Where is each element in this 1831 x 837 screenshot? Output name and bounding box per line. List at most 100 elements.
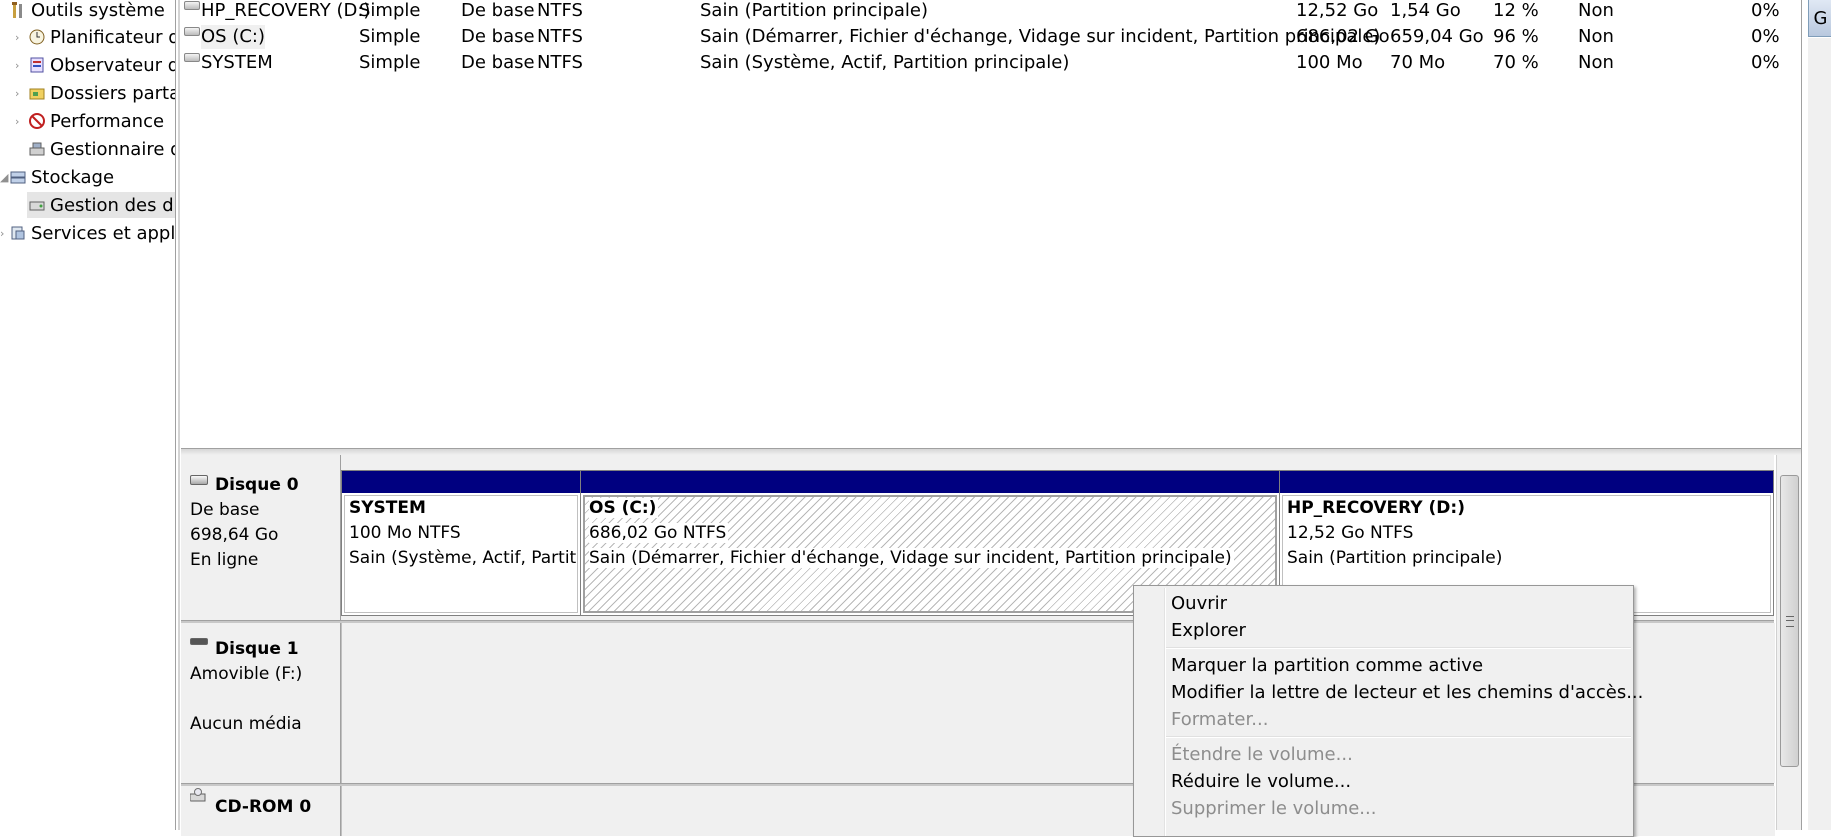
disk-1-label[interactable]: Disque 1 Amovible (F:) Aucun média — [181, 623, 341, 783]
cdrom-icon — [190, 788, 206, 802]
tree-item-label: Gestionnaire de — [50, 138, 175, 160]
volume-overhead: 0% — [1751, 0, 1780, 21]
volume-overhead: 0% — [1751, 26, 1780, 47]
tree-border — [175, 0, 176, 830]
volume-status: Sain (Partition principale) — [700, 0, 929, 21]
volume-status: Sain (Démarrer, Fichier d'échange, Vidag… — [700, 26, 1381, 47]
pane-splitter[interactable] — [181, 448, 1801, 455]
event-viewer-icon — [29, 57, 45, 73]
disk-title: CD-ROM 0 — [215, 797, 312, 817]
removable-disk-icon — [190, 638, 208, 645]
tree-splitter[interactable] — [178, 0, 180, 830]
clock-icon — [29, 29, 45, 45]
volume-status: Sain (Système, Actif, Partition principa… — [700, 52, 1070, 73]
expand-arrow-icon[interactable]: › — [15, 115, 19, 128]
volume-layout: Simple — [359, 52, 421, 73]
volume-icon — [184, 1, 200, 10]
tree-item-stockage[interactable]: ◢ Stockage — [0, 164, 114, 190]
volume-fs: NTFS — [537, 52, 583, 73]
disk-icon — [190, 475, 208, 485]
menu-item-reduire[interactable]: Réduire le volume... — [1171, 770, 1351, 794]
partition-system[interactable]: SYSTEM 100 Mo NTFS Sain (Système, Actif,… — [341, 470, 581, 616]
menu-item-formater[interactable]: Formater... — [1171, 708, 1268, 732]
tree-item-label: Planificateur de — [50, 26, 175, 48]
disk-map-scrollbar[interactable] — [1776, 455, 1801, 830]
context-menu: Ouvrir Explorer Marquer la partition com… — [1133, 585, 1643, 837]
volume-fs: NTFS — [537, 26, 583, 47]
volume-icon — [184, 53, 200, 62]
menu-item-explorer[interactable]: Explorer — [1171, 619, 1246, 643]
tree-item-planificateur[interactable]: › Planificateur de — [0, 24, 175, 50]
volume-type: De base — [461, 0, 535, 21]
actions-pane-scroll[interactable] — [1808, 38, 1831, 830]
menu-gutter — [1164, 588, 1166, 836]
tree-item-gestion-des-disques[interactable]: Gestion des disq — [27, 192, 175, 218]
tree-item-services[interactable]: › Services et applica — [0, 220, 175, 246]
disk-0-label[interactable]: Disque 0 De base 698,64 Go En ligne — [181, 455, 341, 620]
volume-layout: Simple — [359, 0, 421, 21]
tree-item-label: Observateur d'é — [50, 54, 175, 76]
disk-management-icon — [29, 197, 45, 213]
performance-icon — [29, 113, 45, 129]
disk-type: Amovible (F:) — [190, 664, 303, 684]
partition-status: Sain (Démarrer, Fichier d'échange, Vidag… — [589, 548, 1234, 568]
tree-item-outils-systeme[interactable]: Outils système — [0, 0, 165, 23]
menu-separator — [1166, 647, 1631, 649]
device-manager-icon — [29, 141, 45, 157]
tree-item-gestionnaire[interactable]: Gestionnaire de — [0, 136, 175, 162]
partition-bar — [1280, 471, 1773, 493]
volume-pct-free: 96 % — [1493, 26, 1539, 47]
actions-pane-button-label: G — [1813, 7, 1828, 29]
volume-type: De base — [461, 52, 535, 73]
disk-type: De base — [190, 500, 260, 520]
disk-title: Disque 1 — [215, 639, 299, 659]
partition-bar — [581, 471, 1279, 493]
volume-type: De base — [461, 26, 535, 47]
menu-item-etendre[interactable]: Étendre le volume... — [1171, 743, 1353, 767]
menu-item-supprimer[interactable]: Supprimer le volume... — [1171, 797, 1376, 821]
menu-item-ouvrir[interactable]: Ouvrir — [1171, 592, 1227, 616]
actions-pane-button[interactable]: G — [1808, 0, 1831, 37]
expand-arrow-icon[interactable]: › — [15, 87, 19, 100]
services-icon — [10, 225, 26, 241]
volume-fault-tolerance: Non — [1578, 0, 1614, 21]
menu-separator — [1166, 736, 1631, 738]
tree-item-label: Stockage — [31, 166, 115, 188]
volume-row[interactable]: SYSTEM Simple De base NTFS Sain (Système… — [181, 51, 1801, 77]
disk-state: En ligne — [190, 550, 259, 570]
tree-item-performance[interactable]: › Performance — [0, 108, 164, 134]
tree-item-label: Services et applica — [31, 222, 175, 244]
volume-free: 70 Mo — [1390, 52, 1446, 73]
tree-item-label: Outils système — [31, 0, 165, 21]
volume-pct-free: 12 % — [1493, 0, 1539, 21]
partition-body: SYSTEM 100 Mo NTFS Sain (Système, Actif,… — [344, 495, 578, 613]
volume-free: 659,04 Go — [1390, 26, 1484, 47]
partition-size-fs: 100 Mo NTFS — [349, 523, 461, 543]
volume-row[interactable]: OS (C:) Simple De base NTFS Sain (Démarr… — [181, 25, 1801, 51]
disk-size: 698,64 Go — [190, 525, 279, 545]
volume-layout: Simple — [359, 26, 421, 47]
tree-item-dossiers-partages[interactable]: › Dossiers partag — [0, 80, 175, 106]
partition-status: Sain (Partition principale) — [1287, 548, 1503, 568]
storage-icon — [10, 169, 26, 185]
volume-name: OS (C:) — [201, 25, 265, 49]
tools-icon — [10, 2, 26, 18]
tree-item-observateur[interactable]: › Observateur d'é — [0, 52, 175, 78]
scrollbar-thumb[interactable] — [1780, 475, 1799, 767]
shared-folder-icon — [29, 85, 45, 101]
grip-icon — [1786, 616, 1794, 627]
volume-fault-tolerance: Non — [1578, 26, 1614, 47]
volume-overhead: 0% — [1751, 52, 1780, 73]
expand-arrow-icon[interactable]: › — [15, 59, 19, 72]
console-tree: Outils système › Planificateur de › Obse… — [0, 0, 175, 830]
expand-arrow-icon[interactable]: › — [0, 227, 4, 240]
menu-item-modifier-lettre[interactable]: Modifier la lettre de lecteur et les che… — [1171, 681, 1643, 705]
volume-row[interactable]: HP_RECOVERY (D:) Simple De base NTFS Sai… — [181, 0, 1801, 25]
partition-size-fs: 12,52 Go NTFS — [1287, 523, 1414, 543]
menu-item-marquer-active[interactable]: Marquer la partition comme active — [1171, 654, 1483, 678]
volume-fault-tolerance: Non — [1578, 52, 1614, 73]
expand-arrow-icon[interactable]: › — [15, 31, 19, 44]
expand-arrow-icon[interactable]: ◢ — [0, 171, 8, 184]
partition-name: OS (C:) — [589, 498, 659, 518]
cdrom-0-label[interactable]: CD-ROM 0 — [181, 786, 341, 836]
